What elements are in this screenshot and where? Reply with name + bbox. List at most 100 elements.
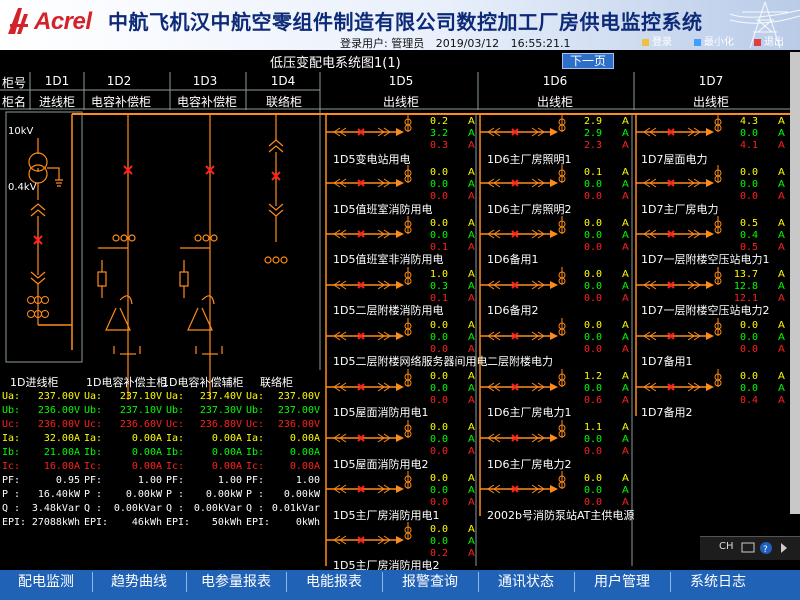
nav-item[interactable]: 电能报表 (286, 572, 382, 592)
measurement-row: Uc: 236.00V (2, 418, 80, 432)
unit-label: A (778, 395, 785, 406)
unit-label: A (622, 293, 629, 304)
measurement-label: Ia: (2, 433, 21, 444)
measurement-value: 236.00V (37, 405, 80, 416)
svg-text:?: ? (763, 545, 768, 555)
measurement-label: Ub: (2, 405, 21, 416)
unit-label: A (622, 167, 629, 178)
exit-button[interactable]: 退出 (752, 36, 787, 50)
phase-current: 0.0 (429, 230, 448, 241)
measurement-label: Ua: (246, 391, 265, 402)
nav-item[interactable]: 电参量报表 (186, 572, 286, 592)
minimize-button[interactable]: 最小化 (692, 36, 737, 50)
nav-item[interactable]: 用户管理 (574, 572, 670, 592)
phase-current: 1.0 (429, 269, 448, 280)
phase-current: 3.2 (429, 128, 448, 139)
unit-label: A (622, 395, 629, 406)
unit-label: A (778, 230, 785, 241)
unit-label: A (622, 332, 629, 343)
feeder-branch (480, 471, 566, 494)
meas-title: 1D进线柜 (10, 376, 59, 389)
nav-item[interactable]: 系统日志 (670, 572, 766, 592)
measurement-row: EPI: 50kWh (166, 516, 242, 530)
unit-label: A (468, 269, 475, 280)
measurement-row: PF: 0.95 (2, 474, 80, 488)
measurement-value: 16.40kW (37, 489, 80, 500)
measurement-value: 21.00A (43, 447, 80, 458)
measurement-value: 0.00A (211, 461, 242, 472)
measurement-row: Ic: 0.00A (84, 460, 162, 474)
phase-current: 0.0 (429, 497, 448, 508)
feeder-name: 2002b号消防泵站AT主供电源 (487, 509, 635, 522)
measurement-value: 0.00kW (205, 489, 242, 500)
feeder-name: 1D7一层附楼空压站电力2 (641, 304, 770, 317)
ime-language[interactable]: CH (719, 541, 734, 552)
feeder-branch (326, 267, 412, 290)
unit-label: A (468, 485, 475, 496)
phase-current: 0.0 (429, 422, 448, 433)
keyboard-icon (741, 542, 755, 553)
phase-current: 0.4 (739, 395, 758, 406)
unit-label: A (778, 218, 785, 229)
unit-label: A (778, 293, 785, 304)
phase-current: 0.0 (429, 218, 448, 229)
feeder-name: 1D7主厂房电力 (641, 203, 719, 216)
phase-current: 0.0 (583, 191, 602, 202)
measurement-label: EPI: (84, 517, 109, 528)
measurement-value: 0.00A (131, 447, 162, 458)
phase-current: 0.0 (583, 485, 602, 496)
measurement-table: Ua: 237.00V Ub: 236.00V Uc: 236.00V Ia: 32.00A I… (2, 390, 80, 530)
measurement-row: EPI: 46kWh (84, 516, 162, 530)
measurement-table: Ua: 237.10V Ub: 237.10V Uc: 236.60V Ia: 0.00A Ib… (84, 390, 162, 530)
measurement-value: 0.00A (289, 447, 320, 458)
login-button[interactable]: 登录 (640, 36, 675, 50)
measurement-value: 236.80V (199, 419, 242, 430)
measurement-label: Ua: (84, 391, 103, 402)
phase-current: 0.0 (429, 179, 448, 190)
measurement-label: Ia: (84, 433, 103, 444)
unit-label: A (778, 128, 785, 139)
measurement-label: Ub: (84, 405, 103, 416)
measurement-value: 237.00V (37, 391, 80, 402)
unit-label: A (468, 116, 475, 127)
minimize-icon (694, 39, 701, 46)
measurement-value: 0kWh (295, 517, 320, 528)
feeder-name: 1D5变电站用电 (333, 153, 411, 166)
measurement-label: P : (2, 489, 21, 500)
nav-item[interactable]: 通讯状态 (478, 572, 574, 592)
nav-item[interactable]: 报警查询 (382, 572, 478, 592)
measurement-row: Q : 0.00kVar (84, 502, 162, 516)
measurement-row: Q : 0.00kVar (166, 502, 242, 516)
phase-current: 0.0 (739, 191, 758, 202)
measurement-value: 0.00kVar (113, 503, 162, 514)
feeder-branch (480, 420, 566, 443)
next-page-button[interactable]: 下一页 (562, 53, 614, 69)
exit-icon (754, 39, 761, 46)
feeder-name: 1D5屋面消防用电1 (333, 406, 429, 419)
phase-current: 0.0 (429, 473, 448, 484)
phase-current: 12.1 (733, 293, 758, 304)
feeder-branch (326, 114, 412, 137)
feeder-branch (326, 471, 412, 494)
measurement-value: 237.00V (277, 391, 320, 402)
measurement-row: Ib: 21.00A (2, 446, 80, 460)
vertical-scrollbar[interactable] (790, 52, 800, 514)
unit-label: A (622, 191, 629, 202)
phase-current: 0.2 (429, 116, 448, 127)
phase-current: 0.0 (429, 434, 448, 445)
feeder-branch (636, 267, 722, 290)
unit-label: A (622, 320, 629, 331)
nav-item[interactable]: 趋势曲线 (92, 572, 186, 592)
feeder-branch (326, 165, 412, 188)
measurement-value: 32.00A (43, 433, 80, 444)
measurement-value: 16.00A (43, 461, 80, 472)
unit-label: A (622, 128, 629, 139)
unit-label: A (622, 446, 629, 457)
phase-current: 0.0 (739, 344, 758, 355)
feeder-branches (326, 114, 722, 545)
phase-current: 0.5 (739, 242, 758, 253)
nav-item[interactable]: 配电监测 (0, 572, 92, 592)
feeder-branch (480, 216, 566, 239)
measurement-row: Ub: 236.00V (2, 404, 80, 418)
phase-current: 0.1 (429, 242, 448, 253)
